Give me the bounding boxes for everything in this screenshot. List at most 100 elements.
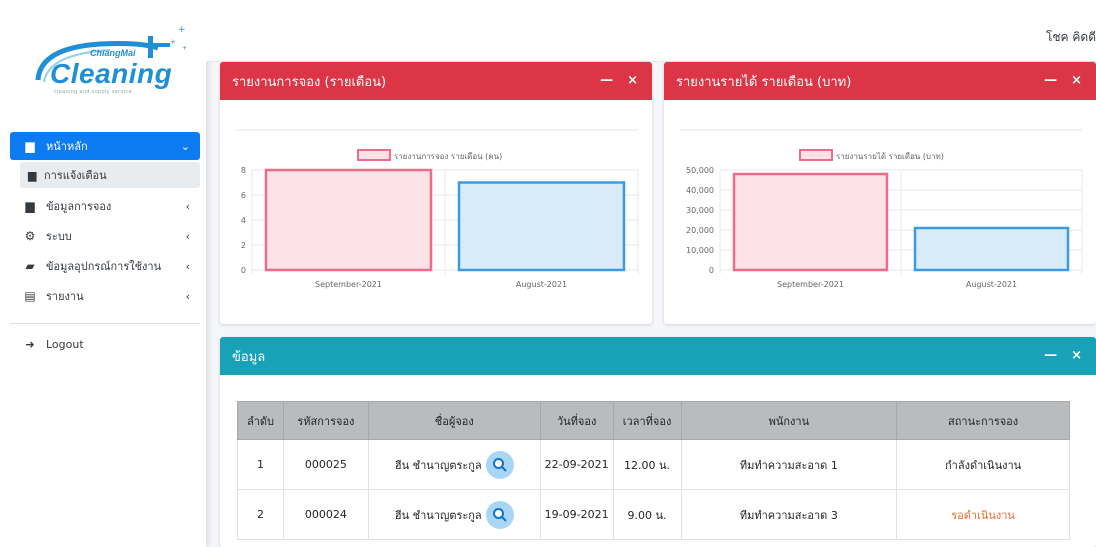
cell-code: 000024 [282, 489, 369, 540]
y-tick-label: 10,000 [686, 246, 714, 255]
sidebar-item-notifications[interactable]: ▆ การแจ้งเตือน [20, 162, 200, 188]
card-header: รายงานการจอง (รายเดือน) — × [220, 62, 652, 100]
table-header-row: ลำดับ รหัสการจอง ชื่อผู้จอง วันที่จอง เว… [237, 401, 1070, 440]
cell-status: กำลังดำเนินงาน [896, 439, 1070, 490]
table-row: 1 000025 ฮีน ชำนาญตระกูล 22-09-2021 12.0… [237, 439, 1070, 490]
view-details-button[interactable] [485, 500, 514, 529]
chevron-left-icon: ‹ [185, 259, 190, 273]
y-tick-label: 30,000 [686, 206, 714, 215]
close-button[interactable]: × [1071, 73, 1082, 88]
legend-label: รายงานรายได้ รายเดือน (บาท) [836, 152, 944, 161]
bar [457, 181, 626, 272]
view-details-button[interactable] [485, 450, 514, 479]
card-title: รายงานการจอง (รายเดือน) [232, 74, 387, 90]
sidebar-item-label: รายงาน [46, 290, 84, 303]
box-icon: ▰ [25, 259, 35, 273]
sidebar-item-label: ข้อมูลการจอง [46, 200, 112, 213]
sidebar-item-label: ระบบ [46, 230, 72, 243]
cell-staff: ทีมทำความสะอาด 3 [680, 489, 898, 540]
y-tick-label: 40,000 [686, 186, 714, 195]
card-header: ข้อมูล — × [220, 337, 1096, 375]
cell-status: รอดำเนินงาน [896, 489, 1070, 540]
y-tick-label: 6 [241, 191, 246, 200]
bar [264, 168, 433, 272]
user-name[interactable]: โชค คิดดี [1046, 28, 1096, 47]
cogs-icon: ⚙ [24, 229, 36, 243]
x-tick-label: August-2021 [966, 280, 1017, 289]
column-header: เวลาที่จอง [612, 401, 682, 440]
copy-icon: ▆ [25, 199, 35, 213]
column-header: สถานะการจอง [896, 401, 1070, 440]
cell-name: ฮีน ชำนาญตระกูล [367, 439, 541, 490]
sidebar-item-bookings[interactable]: ▆ ข้อมูลการจอง ‹ [10, 192, 200, 220]
close-button[interactable]: × [627, 73, 638, 88]
booking-chart: รายงานการจอง รายเดือน (คน) 0 2 4 6 8 September… [220, 100, 652, 324]
column-header: รหัสการจอง [282, 401, 369, 440]
income-chart: รายงานรายได้ รายเดือน (บาท) 0 10,000 20,000… [664, 100, 1096, 324]
column-header: ลำดับ [237, 401, 284, 440]
sidebar: + + + ChiangMai Cleaning cleaning and su… [0, 0, 206, 547]
sidebar-item-reports[interactable]: ▤ รายงาน ‹ [10, 282, 200, 310]
logo-tagline: cleaning and supply service [54, 89, 132, 95]
y-tick-label: 4 [241, 216, 246, 225]
card-title: ข้อมูล [232, 349, 266, 365]
minimize-button[interactable]: — [600, 73, 613, 88]
chevron-left-icon: ‹ [185, 229, 190, 243]
y-tick-label: 0 [241, 266, 246, 275]
top-navbar: โชค คิดดี [206, 0, 1096, 62]
copy-icon: ▆ [25, 139, 35, 153]
y-tick-label: 20,000 [686, 226, 714, 235]
legend-label: รายงานการจอง รายเดือน (คน) [394, 152, 502, 161]
file-icon: ▤ [24, 289, 36, 303]
cell-time: 9.00 น. [612, 489, 682, 540]
cell-no: 1 [237, 439, 284, 490]
minimize-button[interactable]: — [1044, 348, 1057, 363]
cell-no: 2 [237, 489, 284, 540]
bar [732, 172, 889, 272]
column-header: ชื่อผู้จอง [367, 401, 541, 440]
cell-date: 19-09-2021 [539, 489, 614, 540]
search-icon [492, 507, 507, 522]
customer-name: ฮีน ชำนาญตระกูล [394, 508, 482, 522]
sidebar-item-system[interactable]: ⚙ ระบบ ‹ [10, 222, 200, 250]
y-tick-label: 8 [241, 166, 246, 175]
cell-date: 22-09-2021 [539, 439, 614, 490]
chevron-down-icon: ⌄ [180, 139, 190, 153]
svg-text:+: + [178, 25, 186, 35]
logo-top-text: ChiangMai [90, 48, 136, 58]
sidebar-nav: ▆ หน้าหลัก ⌄ ▆ การแจ้งเตือน ▆ ข้อมูลการจ… [0, 132, 206, 312]
sidebar-item-label: ข้อมูลอุปกรณ์การใช้งาน [46, 260, 162, 273]
booking-report-card: รายงานการจอง (รายเดือน) — × รายงานการจอง… [220, 62, 652, 324]
svg-text:+: + [182, 45, 187, 52]
sidebar-item-equipment[interactable]: ▰ ข้อมูลอุปกรณ์การใช้งาน ‹ [10, 252, 200, 280]
booking-chart-svg: รายงานการจอง รายเดือน (คน) 0 2 4 6 8 September… [236, 129, 639, 289]
x-tick-label: September-2021 [777, 280, 844, 289]
booking-table-wrapper: ลำดับ รหัสการจอง ชื่อผู้จอง วันที่จอง เว… [237, 401, 1070, 540]
bar [913, 226, 1070, 272]
sidebar-item-home[interactable]: ▆ หน้าหลัก ⌄ [10, 132, 200, 160]
chevron-left-icon: ‹ [185, 199, 190, 213]
svg-text:+: + [170, 38, 176, 46]
column-header: วันที่จอง [539, 401, 614, 440]
sidebar-item-label: การแจ้งเตือน [44, 169, 107, 182]
logout-label: Logout [46, 338, 84, 351]
y-tick-label: 2 [241, 241, 246, 250]
brand-logo[interactable]: + + + ChiangMai Cleaning cleaning and su… [30, 18, 190, 98]
card-title: รายงานรายได้ รายเดือน (บาท) [676, 74, 852, 90]
legend-swatch [799, 149, 833, 161]
minimize-button[interactable]: — [1044, 73, 1057, 88]
chevron-left-icon: ‹ [185, 289, 190, 303]
customer-name: ฮีน ชำนาญตระกูล [394, 458, 482, 472]
card-header: รายงานรายได้ รายเดือน (บาท) — × [664, 62, 1096, 100]
table-row: 2 000024 ฮีน ชำนาญตระกูล 19-09-2021 9.00… [237, 489, 1070, 540]
sign-out-icon: ➜ [25, 338, 35, 351]
cell-staff: ทีมทำความสะอาด 1 [680, 439, 898, 490]
x-tick-label: August-2021 [516, 280, 567, 289]
close-button[interactable]: × [1071, 348, 1082, 363]
sidebar-item-label: หน้าหลัก [46, 140, 88, 153]
column-header: พนักงาน [680, 401, 898, 440]
logout-link[interactable]: ➜ Logout [22, 338, 84, 351]
income-report-card: รายงานรายได้ รายเดือน (บาท) — × รายงานรา… [664, 62, 1096, 324]
cell-name: ฮีน ชำนาญตระกูล [367, 489, 541, 540]
cell-time: 12.00 น. [612, 439, 682, 490]
